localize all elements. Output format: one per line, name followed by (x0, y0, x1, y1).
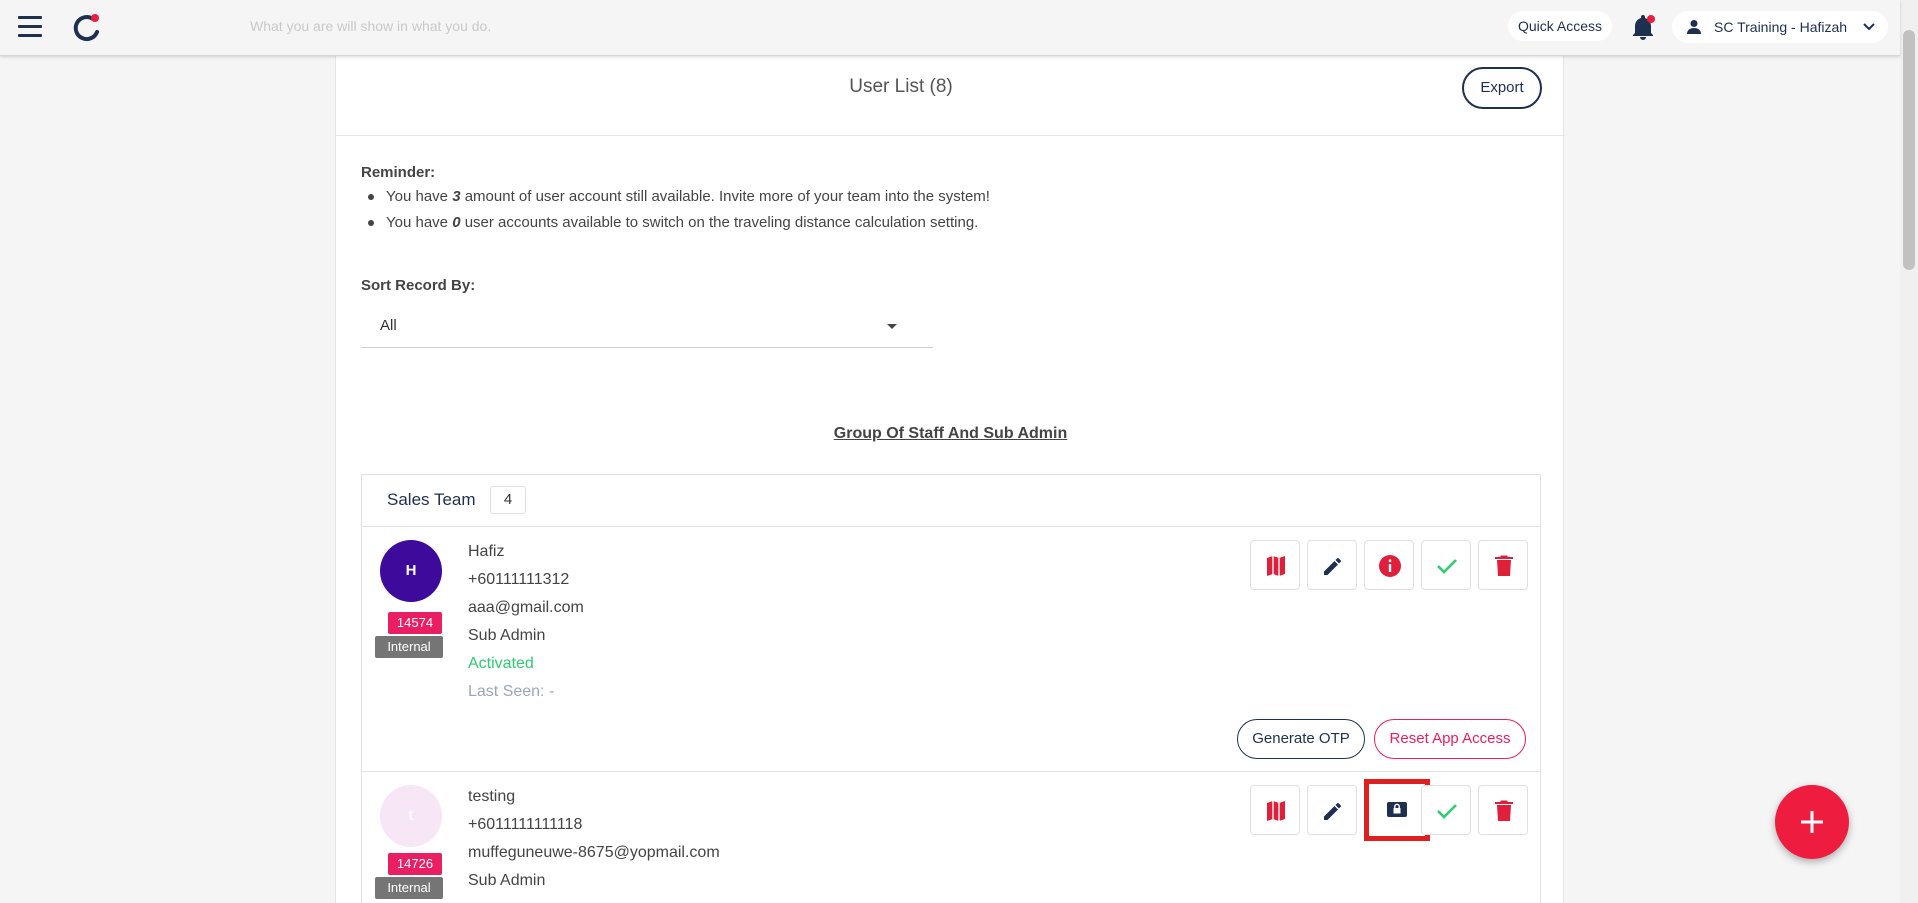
notification-bell-icon[interactable] (1630, 14, 1656, 42)
user-info: Hafiz +60111111312 aaa@gmail.com Sub Adm… (468, 540, 584, 708)
map-button[interactable] (1250, 785, 1300, 835)
team-count-badge: 4 (490, 486, 526, 514)
user-id-badge: 14726 (388, 853, 442, 875)
user-name: Hafiz (468, 543, 505, 560)
top-bar: Quick Access SC Training - Hafizah (0, 0, 1900, 56)
card-header: User List (8) Export (336, 56, 1565, 136)
user-last-seen: Last Seen: - (468, 683, 555, 700)
reminder-title: Reminder: (361, 164, 436, 181)
sort-selected-value: All (380, 317, 397, 334)
user-type-badge: Internal (375, 636, 443, 658)
pencil-icon (1324, 803, 1341, 820)
team-header: Sales Team 4 (362, 475, 1540, 527)
checkmark-icon (1437, 804, 1457, 819)
info-icon (1379, 555, 1401, 577)
person-icon (1687, 20, 1701, 34)
user-name-label: SC Training - Hafizah (1714, 19, 1848, 35)
user-status: Activated (468, 655, 534, 672)
delete-button[interactable] (1478, 785, 1528, 835)
group-title: Group Of Staff And Sub Admin (833, 425, 1068, 442)
pencil-icon (1324, 558, 1341, 575)
user-phone: +6011111111118 (468, 816, 583, 833)
user-phone: +60111111312 (468, 571, 570, 588)
user-type-badge: Internal (375, 877, 443, 899)
hamburger-menu-icon[interactable] (18, 16, 44, 38)
avatar: t (380, 785, 442, 847)
approve-button[interactable] (1421, 540, 1471, 590)
reminder-item-distance: You have 0 user accounts available to sw… (368, 213, 990, 239)
user-email: aaa@gmail.com (468, 599, 584, 616)
reminder-list: You have 3 amount of user account still … (368, 187, 990, 239)
dropdown-caret-icon (887, 324, 897, 329)
user-role: Sub Admin (468, 627, 546, 644)
team-name: Sales Team (387, 490, 476, 509)
lock-icon (1387, 802, 1407, 817)
user-list-card: User List (8) Export Reminder: You have … (335, 56, 1565, 903)
export-button[interactable]: Export (1462, 67, 1542, 109)
quick-access-button[interactable]: Quick Access (1508, 11, 1613, 41)
user-name: testing (468, 788, 516, 805)
trash-icon (1495, 555, 1513, 576)
page-title: User List (8) (849, 76, 953, 97)
chevron-down-icon (1863, 23, 1875, 31)
map-icon (1267, 801, 1285, 821)
map-icon (1267, 556, 1285, 576)
app-logo[interactable] (71, 12, 103, 44)
user-email: muffeguneuwe-8675@yopmail.com (468, 844, 720, 861)
sort-label: Sort Record By: (361, 277, 476, 294)
top-search-input[interactable] (250, 14, 850, 38)
map-button[interactable] (1250, 540, 1300, 590)
delete-button[interactable] (1478, 540, 1528, 590)
add-user-fab-button[interactable] (1775, 785, 1849, 859)
reset-app-access-button[interactable]: Reset App Access (1374, 719, 1526, 759)
checkmark-icon (1437, 559, 1457, 574)
edit-button[interactable] (1307, 540, 1357, 590)
user-account-menu[interactable]: SC Training - Hafizah (1672, 11, 1888, 43)
user-row: t 14726 Internal testing +6011111111118 … (362, 773, 1540, 903)
user-id-badge: 14574 (388, 612, 442, 634)
team-panel: Sales Team 4 H 14574 Internal Hafiz +601… (361, 474, 1541, 903)
approve-button[interactable] (1421, 785, 1471, 835)
page-scrollbar[interactable] (1900, 0, 1918, 903)
user-role: Sub Admin (468, 872, 546, 889)
reminder-item-accounts: You have 3 amount of user account still … (368, 187, 990, 213)
plus-icon (1801, 811, 1823, 833)
user-info: testing +6011111111118 muffeguneuwe-8675… (468, 785, 720, 897)
edit-button[interactable] (1307, 785, 1357, 835)
user-row: H 14574 Internal Hafiz +60111111312 aaa@… (362, 528, 1540, 772)
avatar: H (380, 540, 442, 602)
info-button[interactable] (1364, 540, 1414, 590)
generate-otp-button[interactable]: Generate OTP (1237, 719, 1365, 759)
trash-icon (1495, 800, 1513, 821)
sort-record-select[interactable]: All (361, 304, 933, 348)
scrollbar-thumb[interactable] (1903, 30, 1915, 270)
